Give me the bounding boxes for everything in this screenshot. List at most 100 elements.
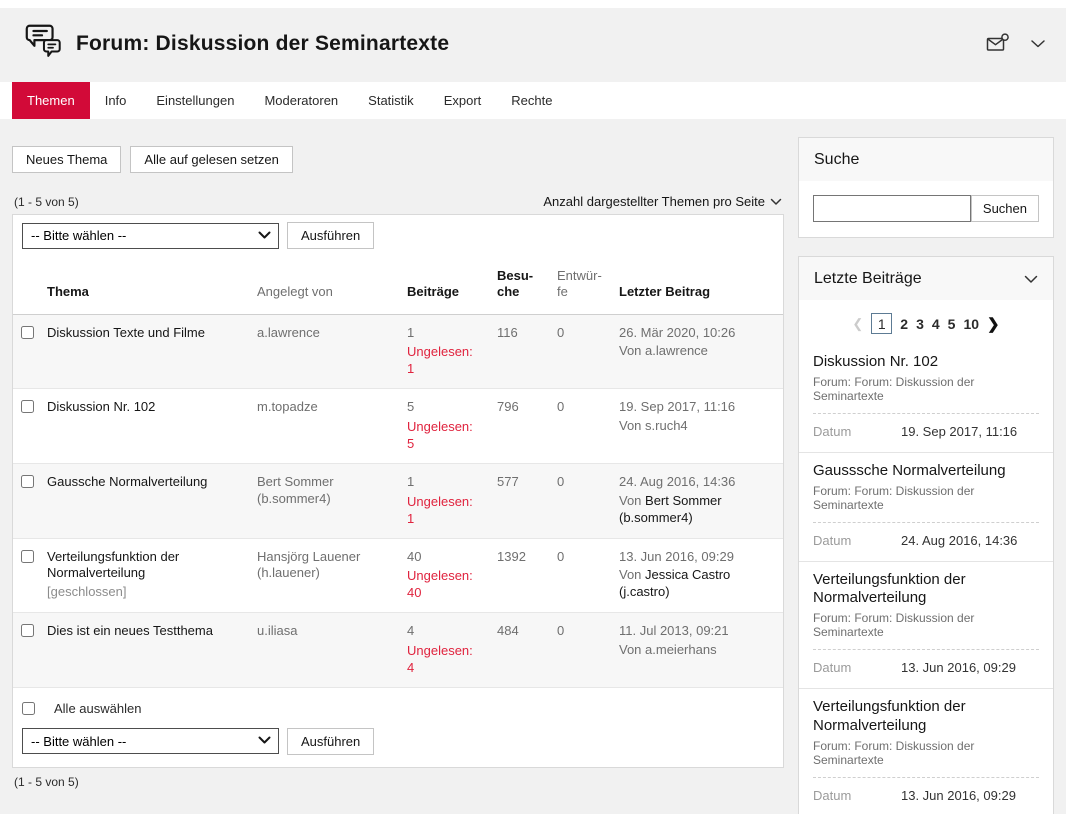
tab-moderatoren[interactable]: Moderatoren — [249, 82, 353, 119]
column-angelegt-von[interactable]: Angelegt von — [249, 256, 399, 314]
tab-export[interactable]: Export — [429, 82, 497, 119]
header-actions — [986, 33, 1046, 55]
pagination-page[interactable]: 4 — [932, 316, 940, 332]
drafts-count: 0 — [549, 538, 611, 613]
latest-post-title[interactable]: Verteilungsfunktion der Normalverteilung — [813, 698, 1039, 736]
table-row: Verteilungsfunktion der Normalverteilung… — [13, 538, 783, 613]
page-header: Forum: Diskussion der Seminartexte — [0, 8, 1066, 82]
table-actionbar-top: -- Bitte wählen -- Ausführen — [13, 215, 783, 256]
latest-post-item: Verteilungsfunktion der Normalverteilung… — [799, 688, 1053, 814]
last-post-date: 26. Mär 2020, 10:26 — [619, 325, 775, 342]
topic-link[interactable]: Diskussion Nr. 102 — [47, 399, 155, 414]
per-page-label: Anzahl dargestellter Themen pro Seite — [543, 194, 765, 209]
topic-link[interactable]: Gaussche Normalverteilung — [47, 474, 207, 489]
topics-table: Thema Angelegt von Beiträge Besu- che En… — [13, 256, 783, 688]
latest-posts-title: Letzte Beiträge — [814, 270, 922, 288]
latest-post-forum: Forum: Forum: Diskussion der Seminartext… — [813, 484, 1039, 512]
topic-link[interactable]: Diskussion Texte und Filme — [47, 325, 205, 340]
drafts-count: 0 — [549, 389, 611, 464]
column-beitraege[interactable]: Beiträge — [399, 256, 489, 314]
collapse-chevron-down-icon[interactable] — [1024, 275, 1038, 284]
search-button[interactable]: Suchen — [971, 195, 1039, 222]
latest-post-title[interactable]: Diskussion Nr. 102 — [813, 353, 1039, 372]
latest-post-item: Gausssche Normalverteilung Forum: Forum:… — [799, 452, 1053, 561]
latest-posts-pagination: ❮ 1 2 3 4 5 10 ❯ — [799, 300, 1053, 344]
visits-count: 484 — [489, 613, 549, 688]
tab-einstellungen[interactable]: Einstellungen — [141, 82, 249, 119]
header-actions-chevron-down-icon[interactable] — [1030, 39, 1046, 49]
visits-count: 796 — [489, 389, 549, 464]
last-post-author: a.lawrence — [645, 343, 708, 358]
latest-post-title[interactable]: Gausssche Normalverteilung — [813, 462, 1039, 481]
latest-post-item: Verteilungsfunktion der Normalverteilung… — [799, 561, 1053, 689]
topic-link[interactable]: Dies ist ein neues Testthema — [47, 623, 213, 638]
execute-button-top[interactable]: Ausführen — [287, 222, 374, 249]
datum-value: 24. Aug 2016, 14:36 — [901, 533, 1017, 548]
per-page-dropdown[interactable]: Anzahl dargestellter Themen pro Seite — [543, 194, 782, 209]
posts-count: 4 — [407, 623, 481, 640]
column-checkbox — [13, 256, 39, 314]
new-topic-button[interactable]: Neues Thema — [12, 146, 121, 173]
visits-count: 577 — [489, 463, 549, 538]
main-column: Neues Thema Alle auf gelesen setzen (1 -… — [12, 119, 784, 789]
toolbar: Neues Thema Alle auf gelesen setzen — [12, 146, 784, 173]
last-post-date: 24. Aug 2016, 14:36 — [619, 474, 775, 491]
datum-label: Datum — [813, 424, 901, 439]
latest-posts-panel: Letzte Beiträge ❮ 1 2 3 4 5 10 ❯ Diskuss… — [798, 256, 1054, 814]
datum-value: 19. Sep 2017, 11:16 — [901, 424, 1017, 439]
mark-all-read-button[interactable]: Alle auf gelesen setzen — [130, 146, 292, 173]
latest-post-forum: Forum: Forum: Diskussion der Seminartext… — [813, 739, 1039, 767]
column-thema[interactable]: Thema — [39, 256, 249, 314]
bulk-action-select-bottom[interactable]: -- Bitte wählen -- — [22, 728, 279, 754]
last-post-date: 11. Jul 2013, 09:21 — [619, 623, 775, 640]
pagination-page[interactable]: 5 — [948, 316, 956, 332]
drafts-count: 0 — [549, 613, 611, 688]
posts-count: 40 — [407, 549, 481, 566]
row-checkbox[interactable] — [21, 400, 34, 413]
bulk-action-select-top[interactable]: -- Bitte wählen -- — [22, 223, 279, 249]
tab-rechte[interactable]: Rechte — [496, 82, 567, 119]
latest-post-forum: Forum: Forum: Diskussion der Seminartext… — [813, 375, 1039, 403]
unread-count: Ungelesen: 40 — [407, 568, 481, 602]
unread-count: Ungelesen: 1 — [407, 344, 481, 378]
pagination-page[interactable]: 10 — [963, 316, 979, 332]
topic-closed-tag: [geschlossen] — [47, 584, 241, 601]
column-entwuerfe[interactable]: Entwür- fe — [549, 256, 611, 314]
forum-speech-bubbles-icon — [22, 21, 64, 68]
pagination-page[interactable]: 2 — [900, 316, 908, 332]
execute-button-bottom[interactable]: Ausführen — [287, 728, 374, 755]
created-by: m.topadze — [249, 389, 399, 464]
unread-count: Ungelesen: 5 — [407, 419, 481, 453]
topic-link[interactable]: Verteilungsfunktion der Normalverteilung — [47, 549, 179, 581]
row-checkbox[interactable] — [21, 624, 34, 637]
row-checkbox[interactable] — [21, 550, 34, 563]
visits-count: 116 — [489, 314, 549, 389]
row-checkbox[interactable] — [21, 326, 34, 339]
created-by: Hansjörg Lauener (h.lauener) — [249, 538, 399, 613]
column-besuche[interactable]: Besu- che — [489, 256, 549, 314]
pagination-prev-icon: ❮ — [852, 316, 863, 332]
top-white-strip — [0, 0, 1066, 8]
tab-themen[interactable]: Themen — [12, 82, 90, 119]
row-checkbox[interactable] — [21, 475, 34, 488]
result-range-bottom: (1 - 5 von 5) — [14, 775, 782, 789]
search-input[interactable] — [813, 195, 971, 222]
search-panel: Suche Suchen — [798, 137, 1054, 238]
pagination-page[interactable]: 3 — [916, 316, 924, 332]
notification-envelope-icon[interactable] — [986, 33, 1010, 55]
column-letzter-beitrag[interactable]: Letzter Beitrag — [611, 256, 783, 314]
pagination-next-icon[interactable]: ❯ — [987, 315, 1000, 333]
datum-label: Datum — [813, 533, 901, 548]
unread-count: Ungelesen: 1 — [407, 494, 481, 528]
tab-info[interactable]: Info — [90, 82, 142, 119]
select-all-checkbox[interactable] — [22, 702, 35, 715]
tab-statistik[interactable]: Statistik — [353, 82, 429, 119]
chevron-down-icon — [770, 198, 782, 206]
latest-post-title[interactable]: Verteilungsfunktion der Normalverteilung — [813, 571, 1039, 609]
table-row: Diskussion Texte und Filme a.lawrence 1 … — [13, 314, 783, 389]
datum-value: 13. Jun 2016, 09:29 — [901, 660, 1016, 675]
table-actionbar-bottom: -- Bitte wählen -- Ausführen — [13, 728, 783, 767]
pagination-page-current[interactable]: 1 — [871, 313, 892, 334]
drafts-count: 0 — [549, 314, 611, 389]
datum-value: 13. Jun 2016, 09:29 — [901, 788, 1016, 803]
